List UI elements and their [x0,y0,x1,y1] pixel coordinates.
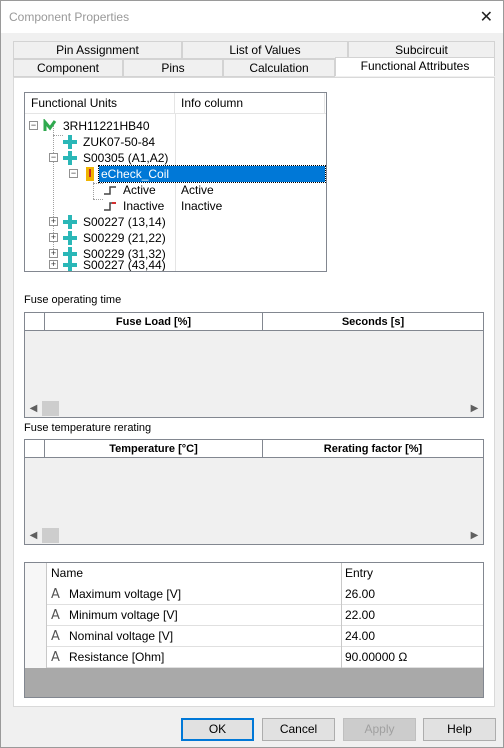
tree-info-cell: Active [181,183,214,197]
collapse-icon[interactable]: − [49,153,58,162]
tree-node-label: Inactive [123,199,165,213]
info-column-divider [175,113,176,271]
column-header-fuse-load[interactable]: Fuse Load [%] [45,313,263,331]
expand-icon[interactable]: + [49,217,58,226]
functional-units-tree[interactable]: Functional Units Info column − 3RH11221H… [24,92,327,272]
expand-icon[interactable]: + [49,260,58,269]
tree-line [93,199,103,200]
attribute-name: Minimum voltage [V] [69,608,178,622]
attribute-name: Maximum voltage [V] [69,587,182,601]
tree-node-label: Active [123,183,156,197]
attribute-entry[interactable]: 22.00 [342,605,483,626]
attributes-table[interactable]: Name Entry A Maximum voltage [V] 26.00 AM… [24,562,484,698]
column-header-name[interactable]: Name [47,563,342,584]
tab-calculation[interactable]: Calculation [223,59,335,77]
table-row[interactable]: A Minimum voltage [V] 22.00 [25,605,483,626]
device-green-icon [43,119,57,131]
coil-yellow-icon [86,167,94,181]
collapse-icon[interactable]: − [29,121,38,130]
connector-cyan-icon [63,258,77,271]
attribute-name-cell: A Minimum voltage [V] [47,605,342,626]
connector-cyan-icon [63,231,77,245]
row-header-corner [25,440,45,458]
scroll-left-icon[interactable]: ◀ [25,527,42,544]
fuse-temperature-rerating-label: Fuse temperature rerating [24,422,152,434]
column-header-rerating-factor[interactable]: Rerating factor [%] [263,440,483,458]
attributes-header-row: Name Entry [25,563,483,584]
tree-node-label: S00227 (13,14) [83,215,166,229]
scroll-thumb[interactable] [42,528,59,543]
tree-node-coil[interactable]: − eCheck_Coil [69,165,326,183]
table-row[interactable]: A Maximum voltage [V] 26.00 [25,584,483,605]
attribute-name-cell: A Maximum voltage [V] [47,584,342,605]
fuse-operating-time-grid[interactable]: Fuse Load [%] Seconds [s] ◀ ▶ [24,312,484,418]
tree-info-cell: Inactive [181,199,223,213]
tab-component[interactable]: Component [13,59,123,77]
tree-line [93,183,103,184]
tree-node-label: 3RH11221HB40 [63,119,150,133]
fuse-temperature-rerating-grid[interactable]: Temperature [°C] Rerating factor [%] ◀ ▶ [24,439,484,545]
table-row[interactable]: A Nominal voltage [V] 24.00 [25,626,483,647]
attribute-a-icon: A [51,629,60,644]
apply-button[interactable]: Apply [343,718,416,741]
component-properties-window: Component Properties ✕ Pin Assignment Li… [0,0,504,748]
collapse-icon[interactable]: − [69,169,78,178]
attribute-entry[interactable]: 24.00 [342,626,483,647]
tab-pins[interactable]: Pins [123,59,223,77]
state-active-icon [104,186,116,195]
attribute-a-icon: A [51,587,60,602]
ok-button[interactable]: OK [181,718,254,741]
tree-header-info-column[interactable]: Info column [175,93,325,113]
table-row[interactable]: A Resistance [Ohm] 90.00000 Ω [25,647,483,668]
row-header [25,584,47,605]
connector-cyan-icon [63,135,77,149]
scroll-thumb[interactable] [42,401,59,416]
attribute-entry[interactable]: 26.00 [342,584,483,605]
row-header [25,626,47,647]
horizontal-scrollbar[interactable]: ◀ ▶ [25,400,483,417]
row-header-corner [25,313,45,331]
column-header-seconds[interactable]: Seconds [s] [263,313,483,331]
attribute-name: Nominal voltage [V] [69,629,174,643]
tree-node-label: eCheck_Coil [98,165,326,183]
tree-header-functional-units[interactable]: Functional Units [25,93,175,113]
tab-functional-attributes[interactable]: Functional Attributes [335,57,495,76]
row-header [25,605,47,626]
help-button[interactable]: Help [423,718,496,741]
tree-node-label: S00305 (A1,A2) [83,151,169,165]
horizontal-scrollbar[interactable]: ◀ ▶ [25,527,483,544]
attribute-a-icon: A [51,650,60,665]
tree-node-label: ZUK07-50-84 [83,135,156,149]
fuse-operating-time-label: Fuse operating time [24,294,122,306]
scroll-right-icon[interactable]: ▶ [466,400,483,417]
connector-cyan-icon [63,215,77,229]
functional-attributes-panel: Functional Units Info column − 3RH11221H… [13,77,495,707]
row-header-corner [25,563,47,584]
column-header-temperature[interactable]: Temperature [°C] [45,440,263,458]
attribute-entry[interactable]: 90.00000 Ω [342,647,483,668]
row-header [25,647,47,668]
attribute-a-icon: A [51,608,60,623]
tab-list-of-values[interactable]: List of Values [182,41,348,59]
attribute-name-cell: A Nominal voltage [V] [47,626,342,647]
expand-icon[interactable]: + [49,249,58,258]
cancel-button[interactable]: Cancel [262,718,335,741]
column-header-entry[interactable]: Entry [342,563,483,584]
scroll-right-icon[interactable]: ▶ [466,527,483,544]
close-icon[interactable]: ✕ [480,7,493,27]
window-title: Component Properties [9,10,130,24]
tree-node-label: S00229 (21,22) [83,231,166,245]
connector-cyan-icon [63,151,77,165]
state-inactive-icon [104,202,116,211]
tree-node-label: S00227 (43,44) [83,258,166,272]
expand-icon[interactable]: + [49,233,58,242]
title-bar: Component Properties ✕ [1,1,503,33]
scroll-left-icon[interactable]: ◀ [25,400,42,417]
tab-pin-assignment[interactable]: Pin Assignment [13,41,182,59]
attribute-name: Resistance [Ohm] [69,650,165,664]
attribute-name-cell: A Resistance [Ohm] [47,647,342,668]
tree-line [53,135,63,136]
